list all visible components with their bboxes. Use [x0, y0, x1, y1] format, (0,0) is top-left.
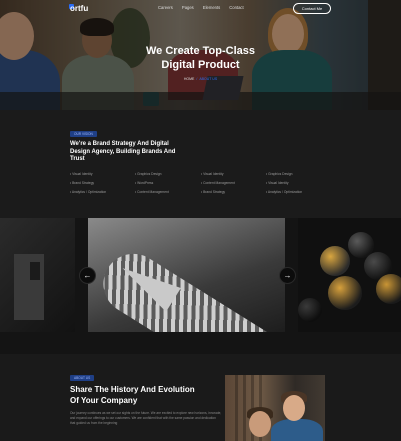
- service-item: Visual Identity: [201, 172, 235, 181]
- history-heading: Share The History And Evolution: [70, 385, 195, 394]
- services-heading: Trust: [70, 156, 85, 162]
- service-item: Visual Identity: [266, 181, 302, 190]
- services-list: Graphics Design Visual Identity Analytic…: [266, 172, 302, 199]
- service-item: Brand Strategy: [201, 190, 235, 199]
- arrow-right-icon[interactable]: →: [279, 267, 296, 284]
- services-list: Graphics Design WordPress Content Manage…: [135, 172, 169, 199]
- service-item: WordPress: [135, 181, 169, 190]
- nav-links: Careers Pages Elements Contact: [158, 5, 244, 10]
- breadcrumb-current: ABOUT US: [199, 77, 218, 81]
- nav-link-contact[interactable]: Contact: [229, 5, 243, 10]
- section-tag: ABOUT US: [70, 375, 95, 381]
- breadcrumb: HOME / ABOUT US: [0, 77, 401, 81]
- hero-title-line1: We Create Top-Class: [145, 45, 255, 57]
- services-heading: Design Agency, Building Brands And: [70, 148, 176, 155]
- nav-link-pages[interactable]: Pages: [182, 5, 194, 10]
- services-list: Visual Identity Content Management Brand…: [201, 172, 235, 199]
- service-item: Brand Strategy: [70, 181, 106, 190]
- service-item: Visual Identity: [70, 172, 106, 181]
- carousel-slide-prev[interactable]: [0, 218, 75, 332]
- history-heading: Of Your Company: [70, 396, 138, 405]
- hero-banner: ortfu Careers Pages Elements Contact Con…: [0, 0, 401, 110]
- service-item: Graphics Design: [266, 172, 302, 181]
- breadcrumb-home[interactable]: HOME: [184, 77, 195, 81]
- history-paragraph: Our journey continues as we set our sigh…: [70, 411, 222, 425]
- arrow-left-icon[interactable]: ←: [79, 267, 96, 284]
- portfolio-carousel: ← →: [0, 218, 401, 354]
- section-tag: OUR VISION: [70, 131, 97, 137]
- services-heading: We're a Brand Strategy And Digital: [70, 141, 169, 147]
- history-section: ABOUT US Share The History And Evolution…: [0, 354, 401, 441]
- team-photo: [225, 375, 325, 441]
- carousel-slide-next[interactable]: [298, 218, 401, 332]
- logo[interactable]: ortfu: [70, 4, 88, 13]
- service-item: Content Management: [135, 190, 169, 199]
- pencil-image: [92, 242, 285, 332]
- carousel-slide-active[interactable]: [88, 218, 285, 332]
- breadcrumb-separator: /: [196, 77, 198, 81]
- service-item: Analytics / Optimization: [70, 190, 106, 199]
- service-item: Content Management: [201, 181, 235, 190]
- services-section: OUR VISION We're a Brand Strategy And Di…: [0, 110, 401, 218]
- service-item: Analytics / Optimization: [266, 190, 302, 199]
- nav-link-elements[interactable]: Elements: [203, 5, 220, 10]
- top-navigation: ortfu Careers Pages Elements Contact Con…: [0, 0, 401, 18]
- nav-link-careers[interactable]: Careers: [158, 5, 173, 10]
- hero-title-line2: Digital Product: [161, 59, 240, 71]
- contact-me-button[interactable]: Contact Me: [293, 3, 331, 14]
- service-item: Graphics Design: [135, 172, 169, 181]
- services-list: Visual Identity Brand Strategy Analytics…: [70, 172, 106, 199]
